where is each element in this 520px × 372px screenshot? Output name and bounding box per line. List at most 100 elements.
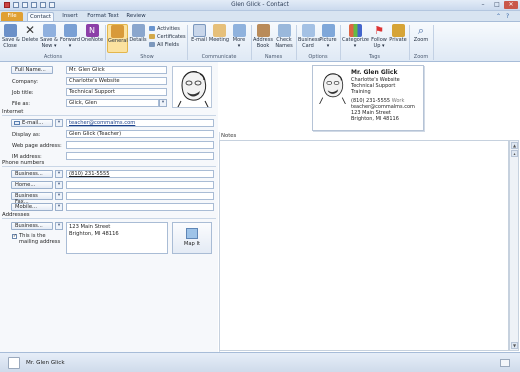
job-title-label: Job title: — [12, 90, 34, 96]
details-icon — [131, 24, 145, 37]
business-phone-field[interactable]: (810) 231-5555 — [66, 170, 214, 178]
email-dropdown[interactable]: ▾ — [55, 119, 63, 127]
scroll-down-icon[interactable]: ▼ — [511, 342, 518, 349]
notes-scrollbar[interactable]: ▲ ▴ ▼ — [509, 140, 519, 351]
picture-icon — [321, 24, 335, 37]
email-icon — [192, 24, 206, 37]
home-phone-button[interactable]: Home... — [11, 181, 53, 189]
ribbon-separator — [433, 25, 434, 60]
follow-up-button[interactable]: ⚑ Follow Up ▾ — [369, 24, 389, 49]
details-button[interactable]: Details — [129, 24, 147, 44]
tab-review[interactable]: Review — [124, 12, 148, 21]
private-button[interactable]: Private — [389, 24, 407, 44]
activities-icon — [149, 26, 155, 31]
more-icon — [232, 24, 246, 37]
close-button[interactable]: ✕ — [504, 1, 518, 9]
scroll-up-icon[interactable]: ▲ — [511, 142, 518, 149]
group-zoom-label: Zoom — [413, 54, 429, 60]
collapse-ribbon-icon[interactable]: ⌃ — [496, 13, 501, 20]
mailing-address-checkbox[interactable]: ✓ — [12, 234, 17, 239]
all-fields-icon — [149, 42, 155, 47]
certificates-button[interactable]: Certificates — [149, 34, 186, 40]
tab-insert[interactable]: Insert — [58, 12, 82, 21]
file-as-field[interactable]: Glick, Glen — [66, 99, 159, 107]
home-phone-dropdown[interactable]: ▾ — [55, 181, 63, 189]
zoom-button[interactable]: ⌕ Zoom — [412, 24, 430, 44]
addresses-section-header: Addresses — [2, 212, 216, 219]
tab-contact[interactable]: Contact — [27, 12, 54, 21]
home-phone-field[interactable] — [66, 181, 214, 189]
mobile-phone-dropdown[interactable]: ▾ — [55, 203, 63, 211]
address-field[interactable]: 123 Main Street Brighton, MI 48116 — [66, 222, 168, 254]
minimize-button[interactable]: – — [476, 1, 490, 9]
business-fax-button[interactable]: Business Fax... — [11, 192, 53, 205]
card-name: Mr. Glen Glick — [351, 69, 398, 76]
picture-button[interactable]: Picture ▾ — [319, 24, 337, 49]
full-name-button[interactable]: Full Name... — [11, 66, 53, 74]
meeting-button[interactable]: Meeting — [208, 24, 230, 44]
web-page-field[interactable] — [66, 141, 214, 149]
map-icon — [186, 228, 198, 239]
group-options-label: Options — [308, 54, 328, 60]
activities-button[interactable]: Activities — [149, 26, 180, 32]
mailing-address-label: This is the mailing address — [19, 233, 61, 245]
check-names-button[interactable]: Check Names — [274, 24, 294, 49]
forward-icon — [63, 24, 77, 37]
forward-button[interactable]: Forward ▾ — [59, 24, 81, 49]
all-fields-button[interactable]: All Fields — [149, 42, 179, 48]
address-type-dropdown[interactable]: ▾ — [55, 222, 63, 230]
check-names-icon — [277, 24, 291, 37]
status-contact-name: Mr. Glen Glick — [26, 360, 65, 366]
group-communicate-label: Communicate — [201, 54, 237, 60]
onenote-icon: N — [85, 24, 99, 37]
meeting-icon — [212, 24, 226, 37]
email-field[interactable]: teacher@commalms.com — [66, 119, 214, 127]
full-name-field[interactable]: Mr. Glen Glick — [66, 66, 167, 74]
window-title: Glen Glick - Contact — [231, 2, 289, 8]
mobile-phone-field[interactable] — [66, 203, 214, 211]
save-new-button[interactable]: Save & New ▾ — [40, 24, 58, 49]
map-it-button[interactable]: Map It — [172, 222, 212, 254]
help-icon[interactable]: ? — [506, 13, 509, 20]
general-button[interactable]: General — [107, 24, 128, 53]
business-phone-button[interactable]: Business... — [11, 170, 53, 178]
categorize-button[interactable]: Categorize ▾ — [342, 24, 369, 49]
business-card-preview[interactable]: Mr. Glen Glick Charlotte's Website Techn… — [312, 65, 424, 131]
tab-file[interactable]: File — [1, 12, 23, 21]
delete-button[interactable]: ✕ Delete — [21, 24, 39, 44]
people-pane-toggle-icon[interactable] — [500, 359, 510, 367]
tab-format-text[interactable]: Format Text — [86, 12, 120, 21]
job-title-field[interactable]: Technical Support — [66, 88, 167, 96]
business-card-button[interactable]: Business Card — [298, 24, 320, 49]
general-icon — [111, 25, 124, 38]
ribbon-separator — [105, 25, 106, 60]
envelope-icon — [14, 121, 20, 125]
group-show-label: Show — [140, 54, 154, 60]
more-button[interactable]: More ▾ — [231, 24, 247, 49]
onenote-button[interactable]: N OneNote — [81, 24, 103, 44]
address-type-button[interactable]: Business... — [11, 222, 53, 230]
save-close-button[interactable]: Save & Close — [2, 24, 20, 49]
contact-photo[interactable] — [172, 66, 212, 108]
business-card-photo — [319, 73, 346, 104]
internet-section-header: Internet — [2, 109, 216, 116]
ribbon-tabs: File Contact Insert Format Text Review ?… — [0, 11, 520, 21]
file-as-dropdown[interactable]: ▾ — [159, 99, 167, 107]
file-as-label: File as: — [12, 101, 30, 107]
notes-textarea[interactable] — [219, 140, 509, 351]
maximize-button[interactable]: □ — [490, 1, 504, 9]
business-fax-dropdown[interactable]: ▾ — [55, 192, 63, 200]
address-book-button[interactable]: Address Book — [253, 24, 273, 49]
magnifier-icon: ⌕ — [417, 24, 425, 37]
business-fax-field[interactable] — [66, 192, 214, 200]
save-new-icon — [42, 24, 56, 37]
mobile-phone-button[interactable]: Mobile... — [11, 203, 53, 211]
im-address-field[interactable] — [66, 152, 214, 160]
email-button[interactable]: E-mail — [190, 24, 208, 44]
display-as-field[interactable]: Glen Glick (Teacher) — [66, 130, 214, 138]
group-names-label: Names — [264, 54, 283, 60]
company-label: Company: — [12, 79, 39, 85]
company-field[interactable]: Charlotte's Website — [66, 77, 167, 85]
scroll-up-alt-icon[interactable]: ▴ — [511, 150, 518, 157]
business-phone-dropdown[interactable]: ▾ — [55, 170, 63, 178]
